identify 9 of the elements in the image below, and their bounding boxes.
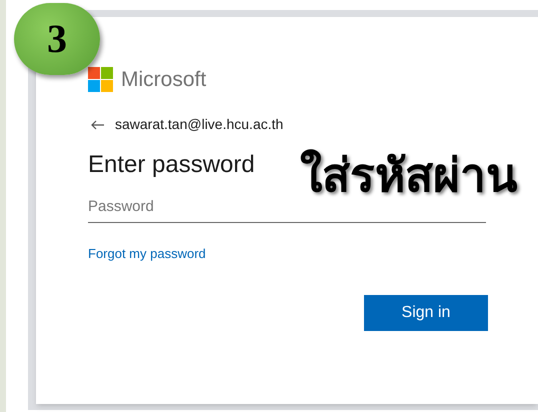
password-field[interactable]: Password xyxy=(88,191,486,223)
microsoft-logo-icon xyxy=(88,66,113,92)
brand-name: Microsoft xyxy=(121,68,206,90)
account-email: sawarat.tan@live.hcu.ac.th xyxy=(115,115,284,134)
sign-in-button[interactable]: Sign in xyxy=(364,294,488,330)
forgot-password-link[interactable]: Forgot my password xyxy=(88,244,206,264)
page-heading: Enter password xyxy=(88,150,255,180)
back-arrow-icon[interactable] xyxy=(91,120,105,130)
step-number-badge: 3 xyxy=(14,3,100,75)
